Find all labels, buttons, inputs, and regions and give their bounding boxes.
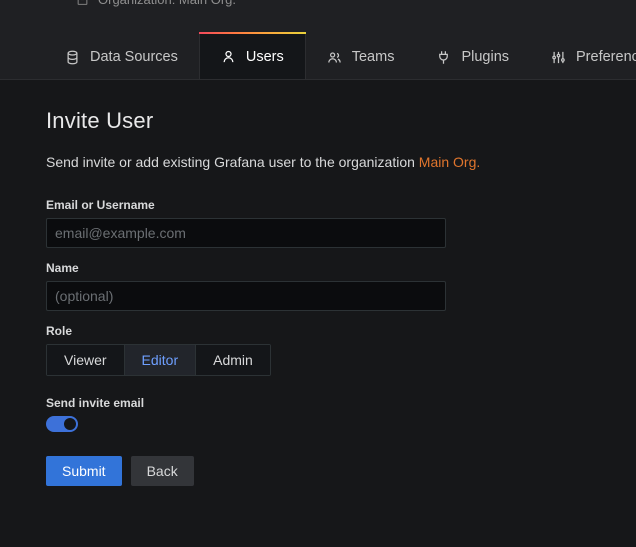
org-settings-tabbar: Data Sources Users Teams Plugins Prefere… — [0, 14, 636, 80]
role-radio-group: Viewer Editor Admin — [46, 344, 271, 376]
tab-label: Plugins — [461, 49, 510, 65]
form-actions: Submit Back — [46, 456, 636, 486]
name-input[interactable] — [46, 281, 446, 311]
toggle-knob — [64, 418, 76, 430]
database-icon — [65, 50, 80, 65]
tab-teams[interactable]: Teams — [306, 35, 416, 79]
invite-user-panel: Invite User Send invite or add existing … — [0, 80, 636, 547]
tab-users[interactable]: Users — [198, 32, 306, 79]
users-group-icon — [327, 50, 342, 65]
page-title: Invite User — [46, 108, 154, 133]
sliders-icon — [551, 50, 566, 65]
role-option-admin[interactable]: Admin — [196, 345, 270, 375]
page-subtitle: Send invite or add existing Grafana user… — [46, 154, 636, 170]
org-link[interactable]: Main Org. — [419, 154, 480, 170]
email-field-label: Email or Username — [46, 198, 155, 212]
back-button[interactable]: Back — [130, 456, 194, 486]
tab-data-sources[interactable]: Data Sources — [44, 35, 199, 79]
email-field-group: Email or Username — [46, 198, 636, 248]
organization-label: Organization: Main Org. — [98, 0, 236, 7]
invite-user-form: Email or Username Name Role Viewer Edito… — [46, 198, 636, 486]
send-invite-field-group: Send invite email — [46, 396, 636, 432]
user-icon — [221, 49, 236, 64]
tab-preferences[interactable]: Preferences — [530, 35, 636, 79]
tab-label: Preferences — [576, 49, 636, 65]
role-field-group: Role Viewer Editor Admin — [46, 324, 636, 376]
send-invite-toggle[interactable] — [46, 416, 78, 432]
role-field-label: Role — [46, 324, 73, 338]
subtitle-text: Send invite or add existing Grafana user… — [46, 154, 419, 170]
grafana-org-users-page: Organization: Main Org. Data Sources — [0, 0, 636, 547]
tab-label: Teams — [351, 49, 395, 65]
tab-plugins[interactable]: Plugins — [415, 35, 530, 79]
name-field-label: Name — [46, 261, 79, 275]
organization-strip: Organization: Main Org. — [0, 0, 636, 14]
tab-label: Data Sources — [90, 49, 178, 65]
organization-label-wrap: Organization: Main Org. — [76, 0, 236, 7]
name-field-group: Name — [46, 261, 636, 311]
plug-icon — [436, 50, 451, 65]
role-option-editor[interactable]: Editor — [124, 345, 197, 375]
role-option-viewer[interactable]: Viewer — [47, 345, 125, 375]
email-input[interactable] — [46, 218, 446, 248]
submit-button[interactable]: Submit — [46, 456, 122, 486]
send-invite-label: Send invite email — [46, 396, 145, 410]
tab-label: Users — [245, 48, 284, 65]
building-icon — [76, 0, 89, 6]
